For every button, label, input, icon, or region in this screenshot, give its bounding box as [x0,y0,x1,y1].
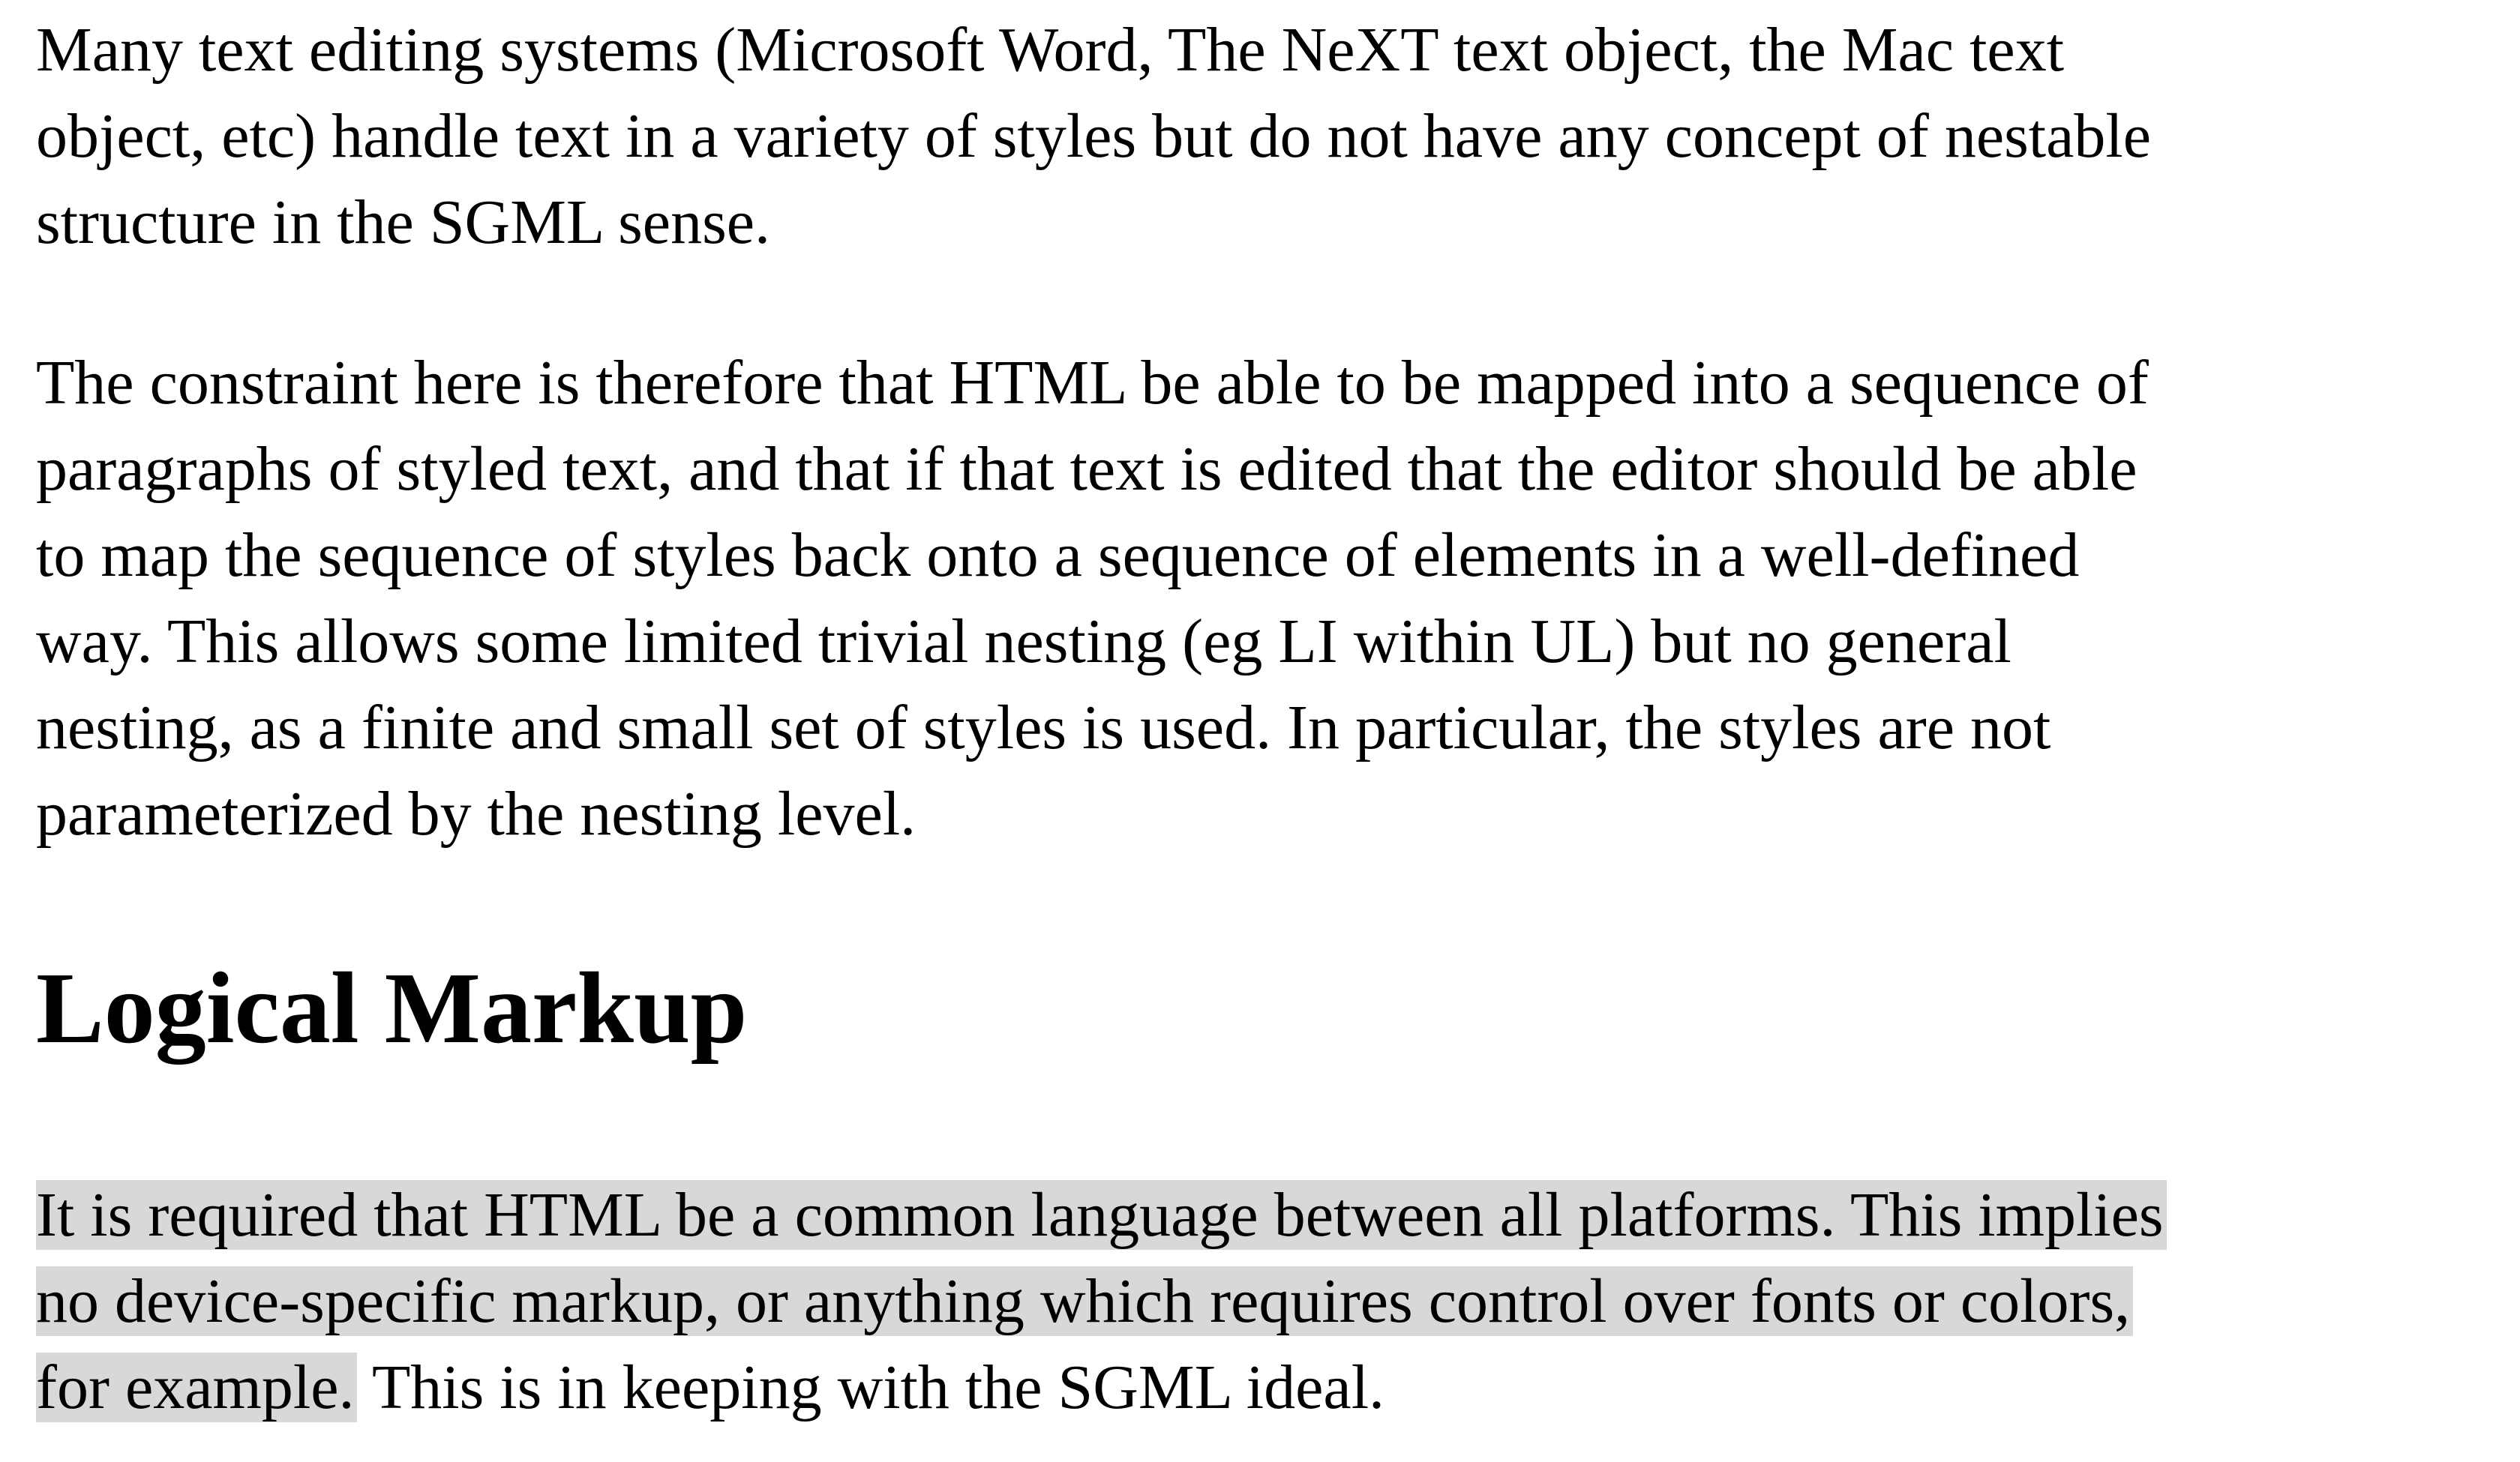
paragraph-constraint: The constraint here is therefore that HT… [36,340,2149,857]
text-line: parameterized by the nesting level. [36,779,916,849]
selected-text[interactable]: It is required that HTML be a common lan… [36,1180,2167,1250]
text-line[interactable]: for example. This is in keeping with the… [36,1344,2167,1431]
paragraph-text-editing-systems: Many text editing systems (Microsoft Wor… [36,7,2151,265]
text-line: way. This allows some limited trivial ne… [36,607,2012,676]
text-line: structure in the SGML sense. [36,187,771,257]
selected-text[interactable]: no device-specific markup, or anything w… [36,1266,2134,1336]
text-line: Many text editing systems (Microsoft Wor… [36,15,2065,85]
text-line[interactable]: It is required that HTML be a common lan… [36,1172,2167,1258]
text-line: object, etc) handle text in a variety of… [36,101,2152,171]
text-line: paragraphs of styled text, and that if t… [36,434,2138,504]
text-line: nesting, as a finite and small set of st… [36,693,2051,762]
section-heading-logical-markup: Logical Markup [36,952,748,1065]
paragraph-common-language[interactable]: It is required that HTML be a common lan… [36,1172,2167,1431]
text-line: to map the sequence of styles back onto … [36,520,2080,590]
unselected-text[interactable]: This is in keeping with the SGML ideal. [357,1353,1384,1422]
text-line: The constraint here is therefore that HT… [36,348,2149,418]
selected-text[interactable]: for example. [36,1353,358,1422]
text-line[interactable]: no device-specific markup, or anything w… [36,1258,2167,1344]
